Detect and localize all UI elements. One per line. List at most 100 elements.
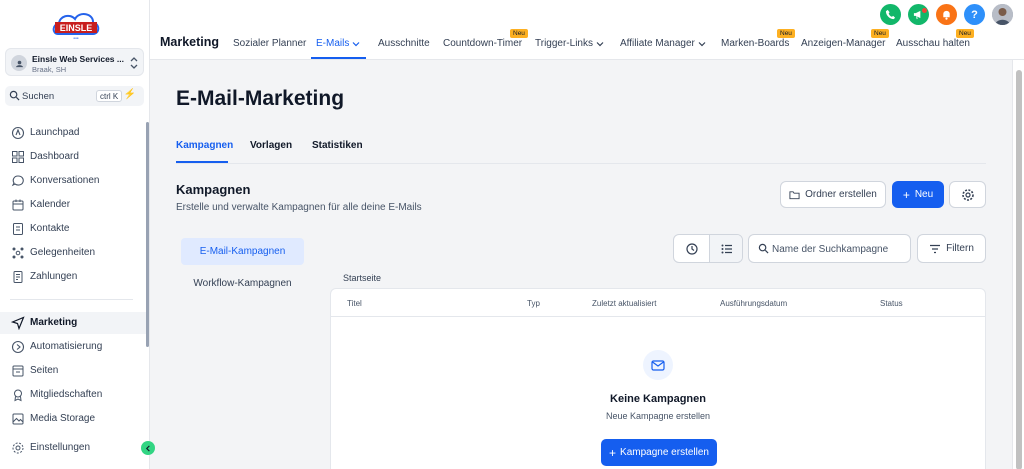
campaign-search	[748, 234, 911, 263]
filter-label: Filtern	[946, 243, 974, 254]
topnav-ausschnitte[interactable]: Ausschnitte	[378, 38, 430, 49]
pages-icon	[12, 365, 24, 377]
filter-icon	[930, 244, 941, 253]
sidebar-item-label: Konversationen	[30, 175, 100, 186]
topnav-sozialer-planner[interactable]: Sozialer Planner	[233, 38, 306, 49]
topnav-ausschau-halten[interactable]: Ausschau halten	[896, 38, 970, 49]
sidebar-item-einstellungen[interactable]: Einstellungen	[0, 437, 147, 459]
tab-kampagnen[interactable]: Kampagnen	[176, 140, 233, 151]
calendar-icon	[12, 199, 24, 211]
campaign-search-input[interactable]	[772, 241, 907, 257]
rocket-icon	[11, 126, 25, 140]
sidebar-item-konversationen[interactable]: Konversationen	[0, 170, 147, 192]
opportunities-icon	[12, 247, 24, 259]
column-header-updated[interactable]: Zuletzt aktualisiert	[592, 299, 656, 308]
side-tab-workflow-kampagnen[interactable]: Workflow-Kampagnen	[181, 270, 304, 297]
view-toggle	[673, 234, 743, 263]
page-title: E-Mail-Marketing	[176, 87, 345, 110]
column-header-execution-date[interactable]: Ausführungsdatum	[720, 299, 787, 308]
folder-breadcrumb[interactable]: Startseite	[343, 273, 381, 283]
sidebar-item-mitgliedschaften[interactable]: Mitgliedschaften	[0, 384, 147, 406]
page-scrollbar-thumb[interactable]	[1016, 70, 1022, 469]
chevron-down-icon	[596, 41, 604, 46]
sidebar: EINSLE ●●● Einsle Web Services ... Braak…	[0, 0, 155, 469]
email-icon	[643, 350, 673, 380]
topnav-anzeigen-manager[interactable]: Anzeigen-Manager	[801, 38, 886, 49]
settings-button[interactable]	[949, 181, 986, 208]
clock-icon	[685, 242, 698, 255]
app-title: Marketing	[160, 35, 220, 49]
column-header-titel[interactable]: Titel	[347, 299, 362, 308]
search-label: Suchen	[22, 91, 55, 102]
create-folder-button[interactable]: Ordner erstellen	[780, 181, 886, 208]
chat-bubble-icon	[11, 175, 24, 187]
topnav-label: Trigger-Links	[535, 38, 593, 49]
notification-dot	[922, 8, 927, 13]
search-shortcut: ctrl K	[96, 90, 123, 102]
topnav-countdown-timer[interactable]: Countdown-Timer	[443, 38, 522, 49]
list-icon	[721, 244, 732, 253]
topnav-marken-boards[interactable]: Marken-Boards	[721, 38, 789, 49]
new-badge: Neu	[871, 29, 889, 38]
sidebar-item-marketing[interactable]: Marketing	[0, 312, 147, 334]
einsle-logo[interactable]: EINSLE ●●●	[50, 8, 102, 42]
create-campaign-button[interactable]: + Kampagne erstellen	[601, 439, 717, 466]
page-scrollbar[interactable]	[1012, 60, 1024, 469]
announcements-button[interactable]	[908, 4, 929, 25]
question-icon: ?	[971, 8, 978, 21]
location-name: Einsle Web Services ...	[32, 54, 124, 64]
sidebar-item-label: Marketing	[30, 317, 78, 328]
location-switcher[interactable]: Einsle Web Services ... Braak, SH	[5, 48, 144, 76]
campaigns-table: Titel Typ Zuletzt aktualisiert Ausführun…	[330, 288, 986, 469]
automation-icon	[11, 340, 25, 354]
avatar-icon	[992, 4, 1013, 25]
column-header-status[interactable]: Status	[880, 299, 903, 308]
sidebar-item-label: Zahlungen	[30, 271, 78, 282]
history-view-button[interactable]	[674, 235, 709, 262]
sidebar-scrollbar[interactable]	[146, 122, 149, 347]
new-badge: Neu	[510, 29, 528, 38]
topnav-label: Countdown-Timer	[443, 38, 523, 49]
sidebar-item-kontakte[interactable]: Kontakte	[0, 218, 147, 240]
tab-active-indicator	[176, 161, 228, 163]
topnav-label: Anzeigen-Manager	[801, 38, 886, 49]
notifications-button[interactable]	[936, 4, 957, 25]
new-badge: Neu	[956, 29, 974, 38]
tab-vorlagen[interactable]: Vorlagen	[250, 140, 292, 151]
sidebar-item-seiten[interactable]: Seiten	[0, 360, 147, 382]
tabs-divider	[176, 163, 986, 164]
new-badge: Neu	[777, 29, 795, 38]
bolt-icon[interactable]: ⚡	[124, 89, 136, 100]
logo-text: EINSLE	[60, 23, 93, 33]
phone-button[interactable]	[880, 4, 901, 25]
new-button[interactable]: + Neu	[892, 181, 944, 208]
topnav-affiliate-manager[interactable]: Affiliate Manager	[620, 38, 706, 49]
topnav-trigger-links[interactable]: Trigger-Links	[535, 38, 604, 49]
sidebar-item-media-storage[interactable]: Media Storage	[0, 408, 147, 430]
sidebar-item-label: Automatisierung	[30, 341, 103, 352]
send-icon	[11, 316, 25, 330]
chevron-down-icon	[352, 41, 360, 46]
svg-text:●●●: ●●●	[73, 36, 79, 40]
topnav-emails[interactable]: E-Mails	[316, 38, 360, 49]
list-view-button[interactable]	[709, 235, 742, 262]
filter-button[interactable]: Filtern	[917, 234, 986, 263]
topnav-label: E-Mails	[316, 38, 350, 49]
help-button[interactable]: ?	[964, 4, 985, 25]
sidebar-item-automatisierung[interactable]: Automatisierung	[0, 336, 147, 358]
tab-statistiken[interactable]: Statistiken	[312, 140, 363, 151]
chevron-updown-icon	[130, 57, 138, 69]
sidebar-item-zahlungen[interactable]: Zahlungen	[0, 266, 147, 288]
side-tab-email-kampagnen[interactable]: E-Mail-Kampagnen	[181, 238, 304, 265]
search-icon	[758, 243, 769, 254]
sidebar-item-dashboard[interactable]: Dashboard	[0, 146, 147, 168]
column-header-typ[interactable]: Typ	[527, 299, 540, 308]
sidebar-item-gelegenheiten[interactable]: Gelegenheiten	[0, 242, 147, 264]
folder-icon	[789, 190, 800, 199]
sidebar-search[interactable]: Suchen ctrl K ⚡	[5, 86, 144, 106]
sidebar-item-launchpad[interactable]: Launchpad	[0, 122, 147, 144]
plus-icon: +	[902, 187, 910, 202]
sidebar-item-kalender[interactable]: Kalender	[0, 194, 147, 216]
user-avatar[interactable]	[992, 4, 1013, 25]
section-title: Kampagnen	[176, 182, 251, 197]
